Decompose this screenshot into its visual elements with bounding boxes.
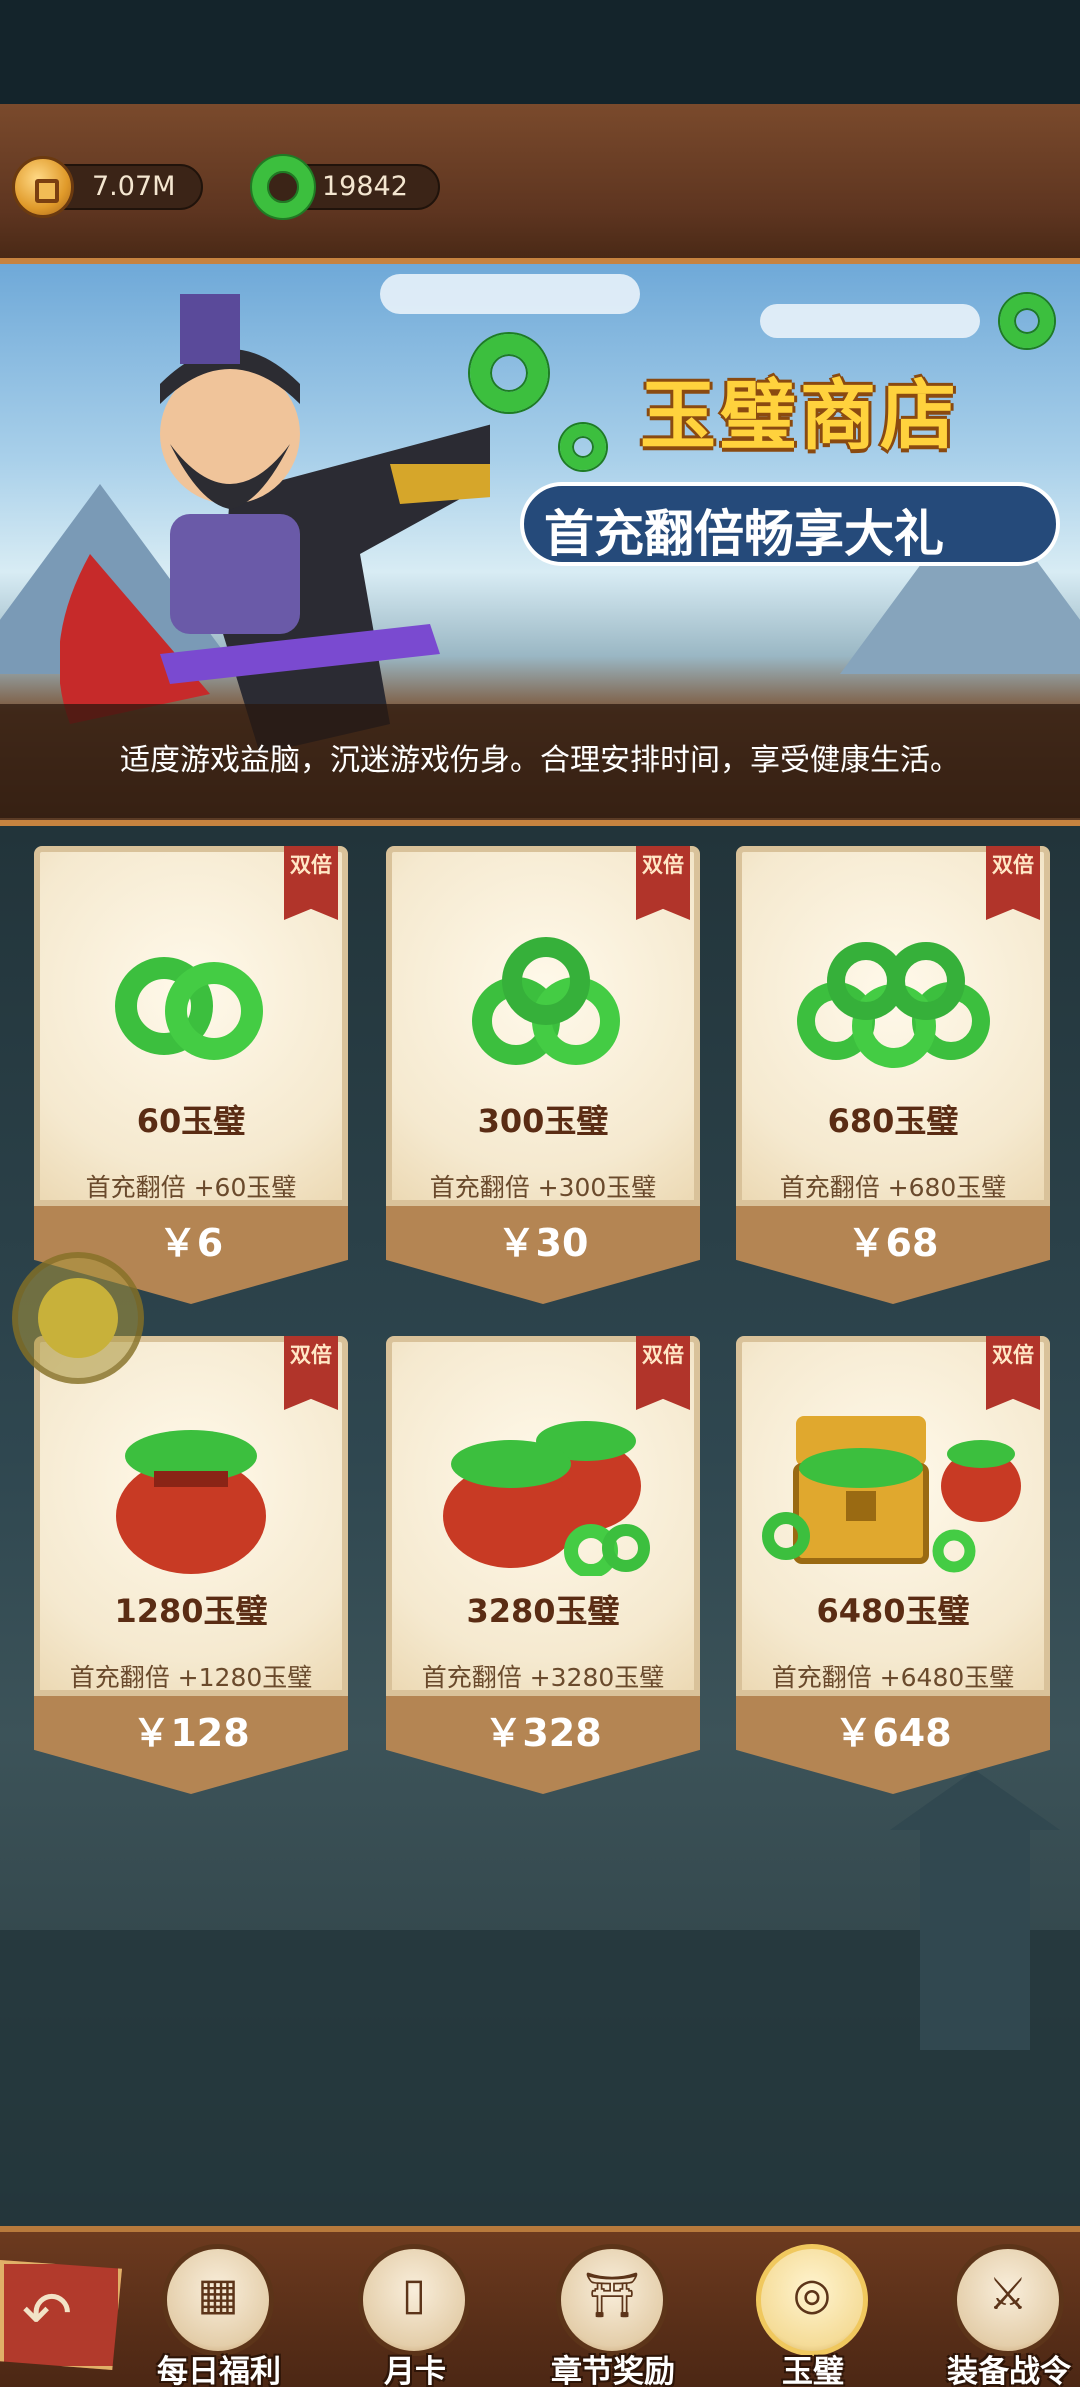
status-area: [0, 0, 1080, 104]
watchtower-background: [890, 1770, 1060, 2050]
first-charge-bonus: 首充翻倍 +3280玉璧: [421, 1663, 665, 1692]
nav-label: 每日福利: [157, 2354, 281, 2387]
nav-month-card[interactable]: ▯ 月卡: [340, 2242, 490, 2387]
month-card-icon: ▯: [358, 2244, 470, 2356]
shop-banner: 玉璧商店 首充翻倍畅享大礼 适度游戏益脑，沉迷游戏伤身。合理安排时间，享受健康生…: [0, 264, 1080, 824]
price-button[interactable]: ￥648: [736, 1702, 1050, 1757]
nav-jade[interactable]: ◎ 玉璧: [738, 2242, 888, 2387]
back-button[interactable]: ↶: [0, 2260, 122, 2370]
price-button[interactable]: ￥128: [34, 1702, 348, 1757]
floating-jade-icon: [1000, 294, 1054, 348]
first-charge-bonus: 首充翻倍 +300玉璧: [429, 1173, 657, 1202]
item-name: 1280玉璧: [114, 1592, 268, 1630]
price-button[interactable]: ￥68: [736, 1212, 1050, 1267]
bottom-nav: ↶ ▦ 每日福利 ▯ 月卡 ⛩ 章节奖励 ◎ 玉璧 ⚔ 装备战令: [0, 2226, 1080, 2387]
item-name: 60玉璧: [136, 1102, 246, 1140]
shop-item-6480[interactable]: 双倍 6480玉璧 首充翻倍 +6480玉璧 ￥648: [736, 1336, 1050, 1794]
gold-coin-icon: [12, 156, 74, 218]
nav-chapter-reward[interactable]: ⛩ 章节奖励: [538, 2242, 688, 2387]
jade-pile-large-icon: [797, 942, 990, 1068]
nav-label: 月卡: [384, 2354, 446, 2387]
nav-label: 章节奖励: [551, 2354, 675, 2387]
item-name: 3280玉璧: [466, 1592, 620, 1630]
currency-bar: 7.07M 19842: [0, 104, 1080, 264]
jade-treasure-chest-icon: [762, 1416, 1021, 1573]
fort-background: [0, 1930, 1080, 2230]
price-button[interactable]: ￥30: [386, 1212, 700, 1267]
equipment-pass-icon: ⚔: [952, 2244, 1064, 2356]
back-arrow-icon: ↶: [22, 2279, 73, 2349]
floating-jade-icon: [470, 334, 548, 412]
nav-daily-welfare[interactable]: ▦ 每日福利: [144, 2242, 294, 2387]
daily-welfare-icon: ▦: [162, 2244, 274, 2356]
item-name: 300玉璧: [477, 1102, 609, 1140]
jade-amount: 19842: [322, 171, 408, 202]
nav-equipment-pass[interactable]: ⚔ 装备战令: [934, 2242, 1080, 2387]
shop-item-680[interactable]: 双倍 680玉璧 首充翻倍 +680玉璧 ￥68: [736, 846, 1050, 1304]
jade-pile-small-icon: [115, 957, 263, 1060]
jade-disc-icon: [252, 156, 314, 218]
first-charge-bonus: 首充翻倍 +680玉璧: [779, 1173, 1007, 1202]
first-charge-bonus: 首充翻倍 +6480玉璧: [771, 1663, 1015, 1692]
nav-label: 玉璧: [782, 2354, 844, 2387]
chapter-reward-icon: ⛩: [556, 2244, 668, 2356]
shop-title: 玉璧商店: [640, 371, 960, 460]
first-charge-bonus: 首充翻倍 +1280玉璧: [69, 1663, 313, 1692]
item-name: 680玉璧: [827, 1102, 959, 1140]
coin-amount: 7.07M: [92, 171, 176, 202]
jade-pile-medium-icon: [472, 937, 620, 1065]
shop-item-1280[interactable]: 双倍 1280玉璧 首充翻倍 +1280玉璧 ￥128: [34, 1336, 348, 1794]
smiley-icon: [38, 1278, 118, 1358]
jade-bags-icon: [443, 1421, 650, 1576]
jade-bag-icon: [116, 1430, 266, 1574]
price-button[interactable]: ￥328: [386, 1702, 700, 1757]
item-name: 6480玉璧: [816, 1592, 970, 1630]
floating-jade-icon: [560, 424, 606, 470]
cloud: [760, 304, 980, 338]
shop-item-300[interactable]: 双倍 300玉璧 首充翻倍 +300玉璧 ￥30: [386, 846, 700, 1304]
shop-subtitle-ribbon: 首充翻倍畅享大礼: [520, 482, 1060, 566]
health-tip: 适度游戏益脑，沉迷游戏伤身。合理安排时间，享受健康生活。: [0, 704, 1080, 818]
jade-icon: ◎: [756, 2244, 868, 2356]
shop-item-3280[interactable]: 双倍 3280玉璧 首充翻倍 +3280玉璧 ￥328: [386, 1336, 700, 1794]
floating-assistant-button[interactable]: [12, 1252, 144, 1384]
shop-item-60[interactable]: 双倍 60玉璧 首充翻倍 +60玉璧 ￥6: [34, 846, 348, 1304]
first-charge-bonus: 首充翻倍 +60玉璧: [85, 1173, 297, 1202]
nav-label: 装备战令: [947, 2354, 1071, 2387]
shop-subtitle: 首充翻倍畅享大礼: [544, 505, 944, 563]
